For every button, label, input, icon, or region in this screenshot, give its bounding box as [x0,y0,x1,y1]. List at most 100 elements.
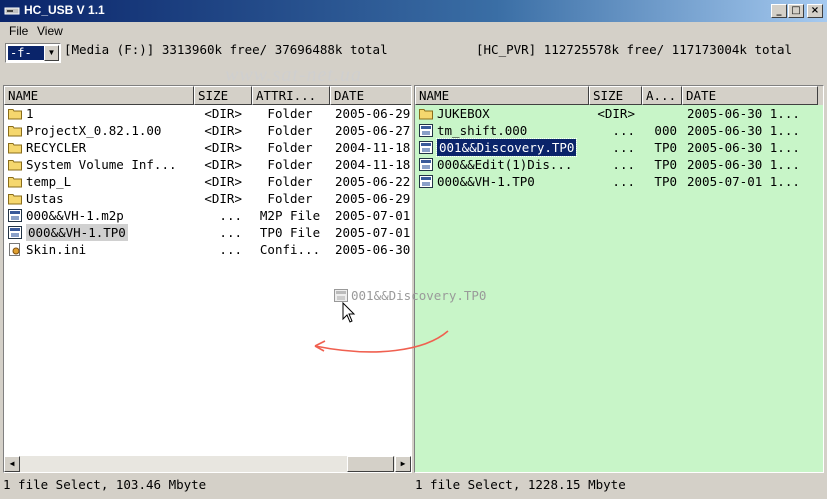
right-column-header: NAME SIZE A... DATE [415,86,823,105]
file-attr: TP0 [654,157,677,172]
file-icon [419,141,433,154]
table-row[interactable]: Skin.ini... Confi... 2005-06-30 [4,241,411,258]
folder-icon [8,177,22,188]
file-name: Ustas [26,191,64,206]
file-icon [419,124,433,137]
file-date: 2005-06-22 [335,174,411,189]
table-row[interactable]: 000&&VH-1.TP0... TP0 File 2005-07-01 [4,224,411,241]
table-row[interactable]: RECYCLER <DIR> Folder 2004-11-18 [4,139,411,156]
folder-icon [8,126,22,137]
file-date: 2005-07-01 [335,225,411,240]
file-date: 2004-11-18 [335,140,411,155]
file-size: <DIR> [204,123,242,138]
file-attr: TP0 [654,140,677,155]
scroll-thumb[interactable] [347,456,394,472]
file-date: 2004-11-18 [335,157,411,172]
file-attr: Folder [267,174,313,189]
title-bar[interactable]: HC_USB V 1.1 _ □ × [0,0,827,22]
file-name: tm_shift.000 [437,123,528,138]
file-size: <DIR> [204,191,242,206]
menu-file[interactable]: File [9,24,28,38]
drag-filename: 001&&Discovery.TP0 [351,288,487,303]
file-attr: Folder [267,123,313,138]
window-title: HC_USB V 1.1 [24,3,105,17]
table-row[interactable]: System Volume Inf... <DIR> Folder 2004-11-1… [4,156,411,173]
file-date: 2005-06-27 [335,123,411,138]
file-attr [643,105,677,122]
file-date: 2005-06-30 1... [687,157,800,172]
file-size: <DIR> [204,174,242,189]
file-attr: Folder [267,157,313,172]
right-col-name[interactable]: NAME [415,86,589,105]
right-col-size[interactable]: SIZE [589,86,642,105]
folder-icon [8,160,22,171]
table-row[interactable]: ProjectX_0.82.1.00 <DIR> Folder 2005-06-27 [4,122,411,139]
file-name: 000&&VH-1.TP0 [26,224,128,241]
file-size: ... [219,225,242,240]
file-size: ... [612,174,635,189]
file-date: 2005-07-01 [335,208,411,223]
left-col-size[interactable]: SIZE [194,86,252,105]
file-name: 000&&VH-1.m2p [26,208,124,223]
left-col-date[interactable]: DATE [330,86,411,105]
scroll-right-icon[interactable]: ▶ [395,456,411,472]
annotation-arrow [314,330,449,353]
folder-icon [8,143,22,154]
close-button[interactable]: × [807,4,823,18]
file-size: <DIR> [597,106,635,121]
table-row[interactable]: temp_L <DIR> Folder 2005-06-22 [4,173,411,190]
file-attr: M2P File [259,208,321,223]
file-size: <DIR> [204,140,242,155]
app-icon [4,7,20,15]
right-file-panel[interactable]: NAME SIZE A... DATE JUKEBOX <DIR> 2005-06-… [414,85,824,473]
file-size: ... [612,123,635,138]
right-col-date[interactable]: DATE [682,86,818,105]
left-file-panel[interactable]: NAME SIZE ATTRI... DATE 1 <DIR> Folder 2005… [3,85,412,473]
table-row[interactable]: 000&&Edit(1)Dis...... TP0 2005-06-30 1... [415,156,823,173]
file-date: 2005-06-29 [335,191,411,206]
chevron-down-icon[interactable]: ▼ [44,45,59,61]
maximize-button[interactable]: □ [788,4,804,18]
table-row[interactable]: 000&&VH-1.TP0... TP0 2005-07-01 1... [415,173,823,190]
left-column-header: NAME SIZE ATTRI... DATE [4,86,411,105]
file-icon [334,289,348,302]
mouse-cursor-icon [342,302,356,323]
scroll-left-icon[interactable]: ◀ [4,456,20,472]
menu-bar: File View [0,22,827,41]
table-row[interactable]: tm_shift.000... 000 2005-06-30 1... [415,122,823,139]
table-row[interactable]: 1 <DIR> Folder 2005-06-29 [4,105,411,122]
file-size: <DIR> [204,106,242,121]
left-horizontal-scrollbar[interactable]: ◀ ▶ [4,456,411,472]
file-icon [419,158,433,171]
file-attr: Folder [267,191,313,206]
right-col-attr[interactable]: A... [642,86,682,105]
right-status-bar: 1 file Select, 1228.15 Mbyte [415,477,626,492]
file-icon [8,209,22,222]
file-icon [8,226,22,239]
left-col-name[interactable]: NAME [4,86,194,105]
file-name: temp_L [26,174,72,189]
file-size: ... [219,242,242,257]
minimize-button[interactable]: _ [771,4,787,18]
file-attr: Folder [267,140,313,155]
file-name: RECYCLER [26,140,87,155]
table-row[interactable]: JUKEBOX <DIR> 2005-06-30 1... [415,105,823,122]
file-name: 001&&Discovery.TP0 [435,138,578,157]
table-row[interactable]: 000&&VH-1.m2p... M2P File 2005-07-01 [4,207,411,224]
file-attr: TP0 [654,174,677,189]
file-attr: Folder [267,106,313,121]
drive-select-value: -f- [8,46,44,60]
file-size: <DIR> [204,157,242,172]
file-name: JUKEBOX [437,106,490,121]
table-row[interactable]: Ustas <DIR> Folder 2005-06-29 [4,190,411,207]
left-col-attr[interactable]: ATTRI... [252,86,330,105]
drive-select[interactable]: -f- ▼ [5,43,61,63]
folder-icon [419,109,433,120]
table-row[interactable]: 001&&Discovery.TP0... TP0 2005-06-30 1... [415,138,823,157]
file-name: System Volume Inf... [26,157,177,172]
file-attr: 000 [654,123,677,138]
folder-icon [8,194,22,205]
left-drive-info: [Media (F:)] 3313960k free/ 37696488k to… [64,42,388,57]
menu-view[interactable]: View [37,24,63,38]
file-size: ... [612,140,635,155]
